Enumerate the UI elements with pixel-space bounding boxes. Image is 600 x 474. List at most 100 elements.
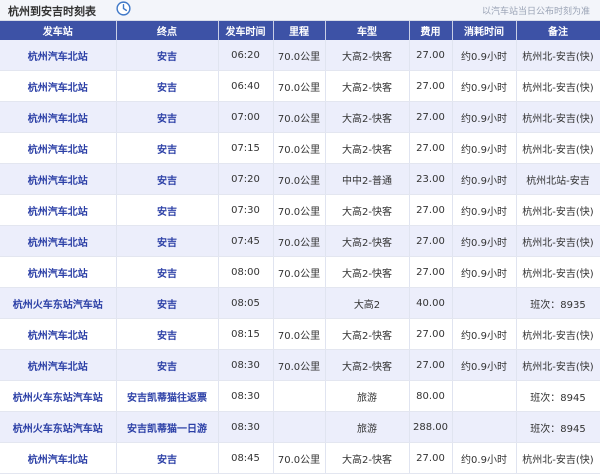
col-header-station[interactable]: 发车站 [0, 21, 117, 40]
station-cell[interactable]: 杭州汽车北站 [0, 132, 117, 164]
duration-cell [452, 380, 517, 412]
station-cell[interactable]: 杭州汽车北站 [0, 318, 117, 350]
bus-type-cell: 大高2-快客 [325, 101, 410, 133]
distance-cell [273, 287, 326, 319]
remark-cell: 杭州北-安吉(快) [516, 132, 600, 164]
col-header-bus-type[interactable]: 车型 [325, 21, 410, 40]
table-row: 杭州汽车北站 安吉 07:45 70.0公里 大高2-快客 27.00 约0.9小时 杭州北-… [0, 225, 600, 257]
destination-cell[interactable]: 安吉 [116, 40, 219, 71]
timetable-note: 以汽车站当日公布时刻为准 [481, 7, 590, 17]
destination-cell[interactable]: 安吉 [116, 256, 219, 288]
table-row: 杭州汽车北站 安吉 07:30 70.0公里 大高2-快客 27.00 约0.9小时 杭州北-… [0, 194, 600, 226]
station-cell[interactable]: 杭州汽车北站 [0, 101, 117, 133]
timetable: 发车站 终点 发车时间 里程 车型 费用 消耗时间 备注 杭州汽车北站 安吉 06:… [0, 21, 600, 474]
departure-time-cell: 08:30 [218, 380, 274, 412]
station-cell[interactable]: 杭州火车东站汽车站 [0, 287, 117, 319]
destination-cell[interactable]: 安吉 [116, 225, 219, 257]
bus-type-cell: 大高2-快客 [325, 194, 410, 226]
title-bar: 杭州到安吉时刻表 以汽车站当日公布时刻为准 [0, 0, 600, 21]
bus-type-cell: 大高2 [325, 287, 410, 319]
bus-type-cell: 大高2-快客 [325, 225, 410, 257]
table-row: 杭州汽车北站 安吉 06:40 70.0公里 大高2-快客 27.00 约0.9小时 杭州北-… [0, 70, 600, 102]
destination-cell[interactable]: 安吉 [116, 349, 219, 381]
table-row: 杭州汽车北站 安吉 07:15 70.0公里 大高2-快客 27.00 约0.9小时 杭州北-… [0, 132, 600, 164]
station-cell[interactable]: 杭州火车东站汽车站 [0, 380, 117, 412]
destination-cell[interactable]: 安吉 [116, 70, 219, 102]
destination-cell[interactable]: 安吉凯蒂猫往返票 [116, 380, 219, 412]
station-cell[interactable]: 杭州火车东站汽车站 [0, 411, 117, 443]
station-cell[interactable]: 杭州汽车北站 [0, 442, 117, 474]
distance-cell: 70.0公里 [273, 318, 326, 350]
destination-cell[interactable]: 安吉 [116, 318, 219, 350]
bus-type-cell: 大高2-快客 [325, 70, 410, 102]
distance-cell: 70.0公里 [273, 225, 326, 257]
remark-cell: 杭州北站-安吉 [516, 163, 600, 195]
remark-cell: 杭州北-安吉(快) [516, 194, 600, 226]
duration-cell: 约0.9小时 [452, 442, 517, 474]
station-cell[interactable]: 杭州汽车北站 [0, 40, 117, 71]
departure-time-cell: 08:30 [218, 411, 274, 443]
departure-time-cell: 07:20 [218, 163, 274, 195]
bus-type-cell: 旅游 [325, 380, 410, 412]
col-header-distance[interactable]: 里程 [273, 21, 326, 40]
table-row: 杭州火车东站汽车站 安吉凯蒂猫一日游 08:30 旅游 288.00 班次：8945 [0, 411, 600, 443]
destination-cell[interactable]: 安吉 [116, 101, 219, 133]
table-row: 杭州火车东站汽车站 安吉 08:05 大高2 40.00 班次：8935 [0, 287, 600, 319]
departure-time-cell: 06:40 [218, 70, 274, 102]
station-cell[interactable]: 杭州汽车北站 [0, 256, 117, 288]
duration-cell [452, 411, 517, 443]
table-header: 发车站 终点 发车时间 里程 车型 费用 消耗时间 备注 [0, 21, 600, 40]
fare-cell: 27.00 [409, 349, 453, 381]
duration-cell: 约0.9小时 [452, 225, 517, 257]
station-cell[interactable]: 杭州汽车北站 [0, 349, 117, 381]
destination-cell[interactable]: 安吉 [116, 163, 219, 195]
distance-cell: 70.0公里 [273, 256, 326, 288]
remark-cell: 班次：8945 [516, 411, 600, 443]
fare-cell: 80.00 [409, 380, 453, 412]
col-header-fare[interactable]: 费用 [409, 21, 453, 40]
distance-cell: 70.0公里 [273, 349, 326, 381]
destination-cell[interactable]: 安吉凯蒂猫一日游 [116, 411, 219, 443]
departure-time-cell: 07:45 [218, 225, 274, 257]
duration-cell: 约0.9小时 [452, 349, 517, 381]
bus-type-cell: 大高2-快客 [325, 132, 410, 164]
destination-cell[interactable]: 安吉 [116, 287, 219, 319]
remark-cell: 班次：8945 [516, 380, 600, 412]
remark-cell: 杭州北-安吉(快) [516, 101, 600, 133]
distance-cell: 70.0公里 [273, 70, 326, 102]
clock-icon [116, 1, 131, 16]
fare-cell: 27.00 [409, 318, 453, 350]
table-row: 杭州汽车北站 安吉 06:20 70.0公里 大高2-快客 27.00 约0.9小时 杭州北-… [0, 40, 600, 71]
col-header-destination[interactable]: 终点 [116, 21, 219, 40]
destination-cell[interactable]: 安吉 [116, 194, 219, 226]
bus-type-cell: 大高2-快客 [325, 256, 410, 288]
table-row: 杭州汽车北站 安吉 08:15 70.0公里 大高2-快客 27.00 约0.9小时 杭州北-… [0, 318, 600, 350]
remark-cell: 杭州北-安吉(快) [516, 318, 600, 350]
remark-cell: 杭州北-安吉(快) [516, 349, 600, 381]
destination-cell[interactable]: 安吉 [116, 132, 219, 164]
station-cell[interactable]: 杭州汽车北站 [0, 225, 117, 257]
fare-cell: 27.00 [409, 194, 453, 226]
table-row: 杭州汽车北站 安吉 08:30 70.0公里 大高2-快客 27.00 约0.9小时 杭州北-… [0, 349, 600, 381]
fare-cell: 27.00 [409, 132, 453, 164]
fare-cell: 27.00 [409, 40, 453, 71]
col-header-duration[interactable]: 消耗时间 [452, 21, 517, 40]
departure-time-cell: 08:00 [218, 256, 274, 288]
station-cell[interactable]: 杭州汽车北站 [0, 194, 117, 226]
destination-cell[interactable]: 安吉 [116, 442, 219, 474]
departure-time-cell: 08:45 [218, 442, 274, 474]
distance-cell: 70.0公里 [273, 442, 326, 474]
duration-cell [452, 287, 517, 319]
remark-cell: 杭州北-安吉(快) [516, 225, 600, 257]
duration-cell: 约0.9小时 [452, 101, 517, 133]
col-header-remark[interactable]: 备注 [516, 21, 600, 40]
distance-cell [273, 411, 326, 443]
col-header-departure-time[interactable]: 发车时间 [218, 21, 274, 40]
departure-time-cell: 07:15 [218, 132, 274, 164]
bus-type-cell: 大高2-快客 [325, 40, 410, 71]
station-cell[interactable]: 杭州汽车北站 [0, 163, 117, 195]
remark-cell: 杭州北-安吉(快) [516, 40, 600, 71]
table-row: 杭州汽车北站 安吉 08:00 70.0公里 大高2-快客 27.00 约0.9小时 杭州北-… [0, 256, 600, 288]
duration-cell: 约0.9小时 [452, 163, 517, 195]
station-cell[interactable]: 杭州汽车北站 [0, 70, 117, 102]
